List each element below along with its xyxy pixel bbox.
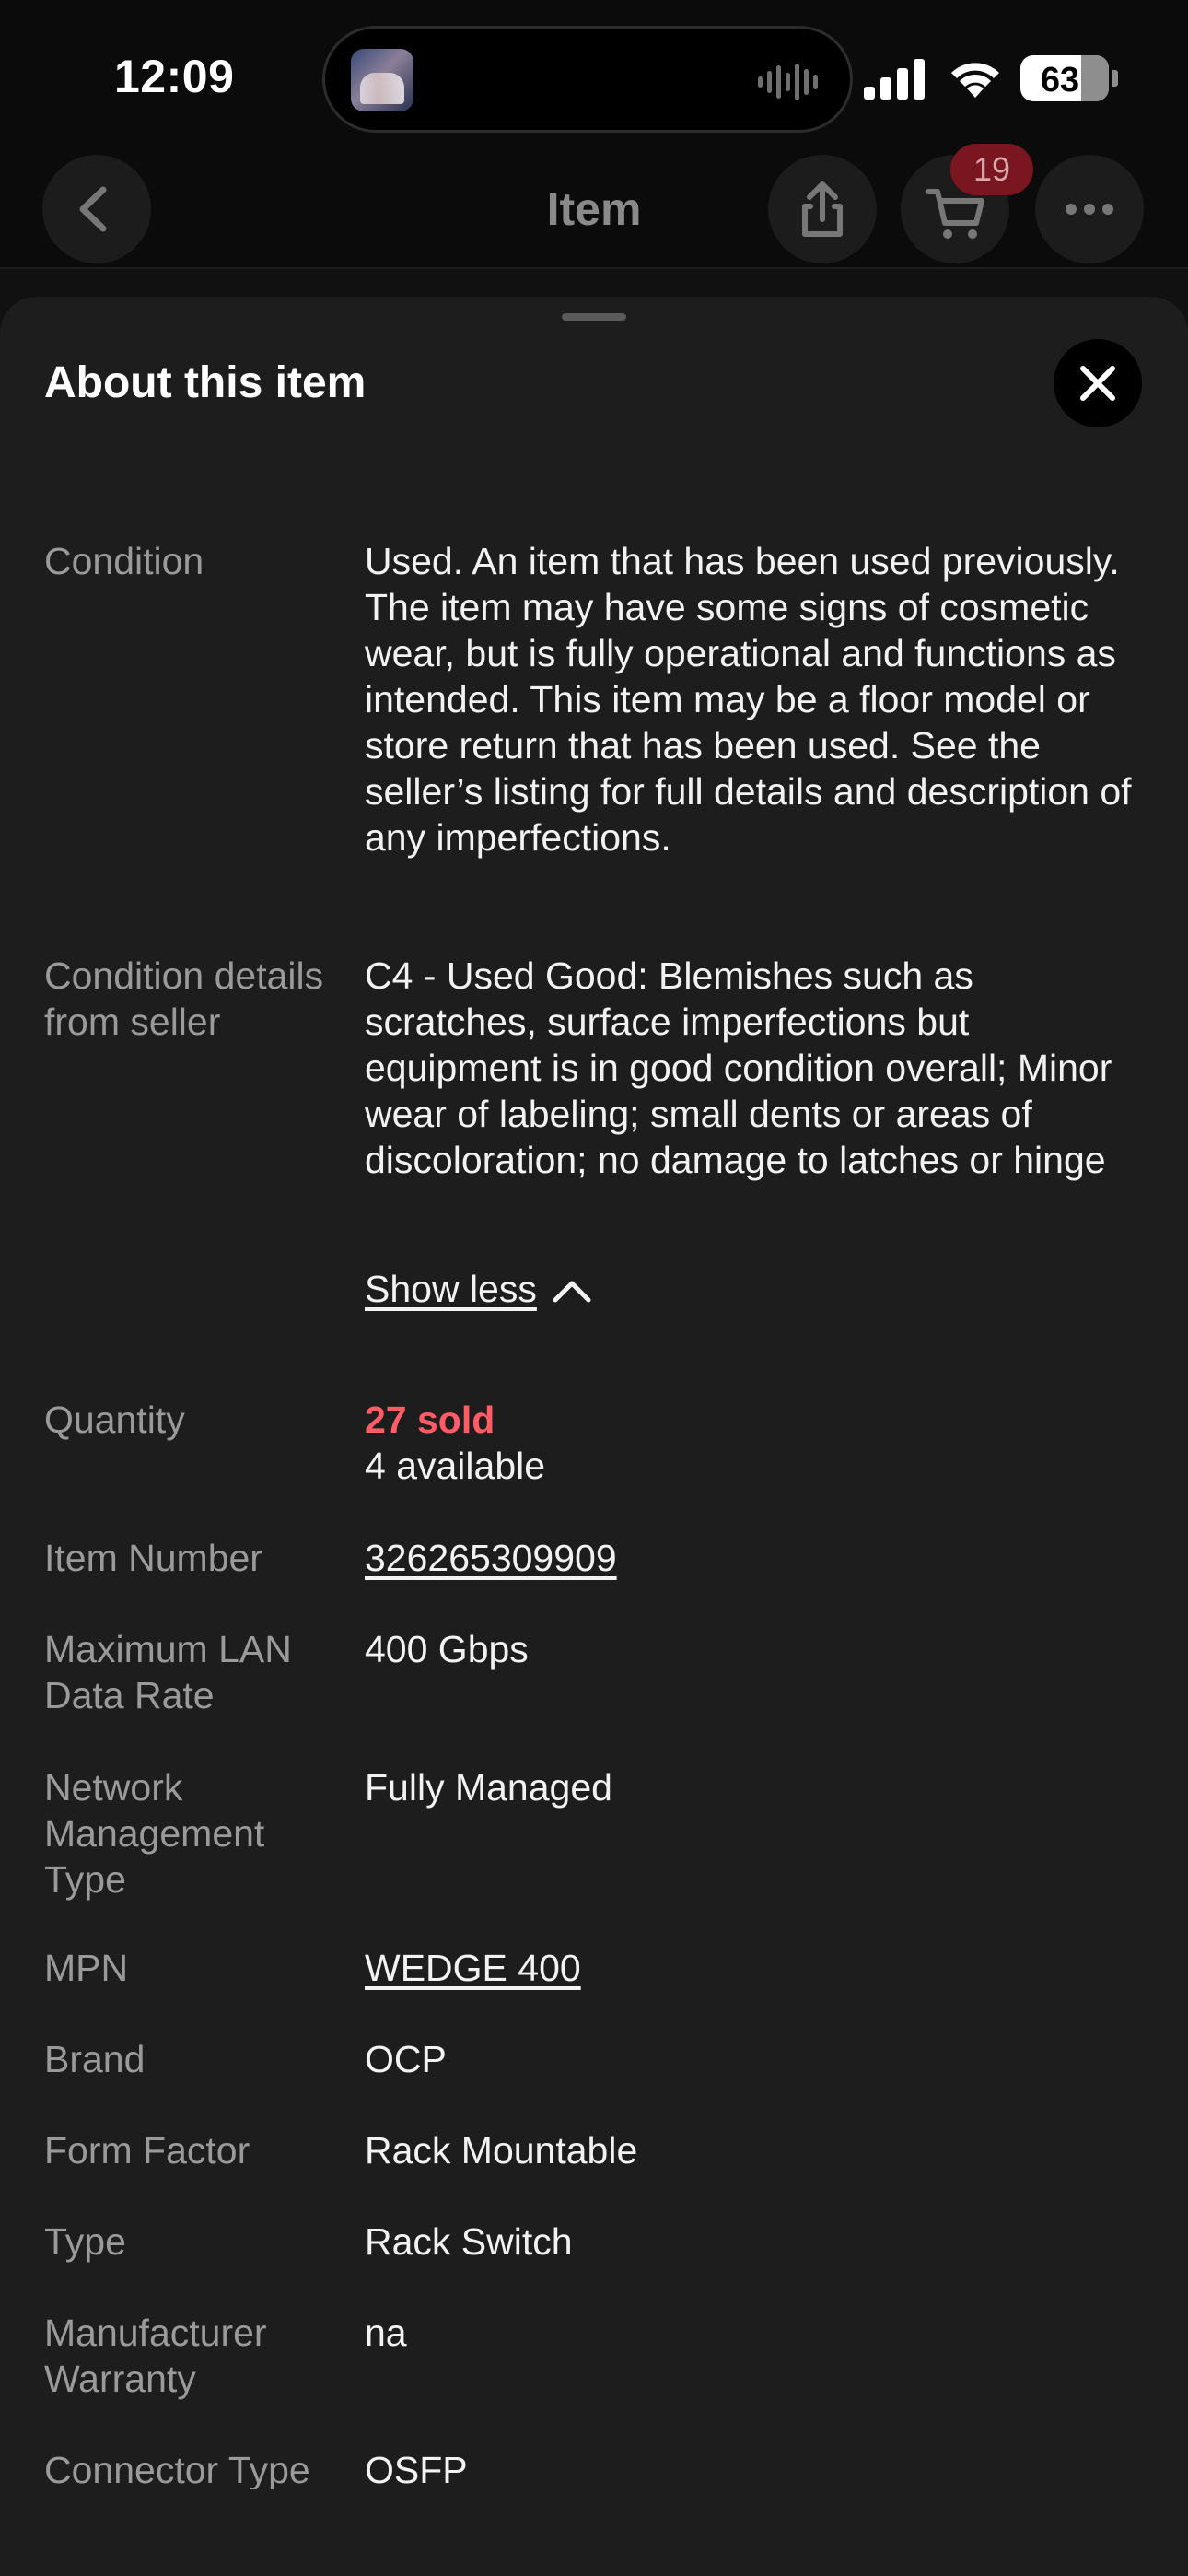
share-button[interactable] xyxy=(768,155,877,263)
status-icons: 63 xyxy=(864,53,1131,105)
about-item-sheet: About this item Condition Used. An item … xyxy=(0,297,1188,2576)
audio-waveform-icon xyxy=(758,64,818,100)
top-navigation: Item 19 xyxy=(0,144,1188,269)
spec-value: OCP xyxy=(365,2038,447,2080)
spec-value: na xyxy=(365,2312,407,2354)
spec-label: Network Management Type xyxy=(44,1766,265,1901)
battery-level: 63 xyxy=(1040,61,1080,100)
spec-label: Brand xyxy=(44,2038,146,2080)
spec-value: Rack Switch xyxy=(365,2220,573,2263)
spec-label: Manufacturer Warranty xyxy=(44,2312,267,2400)
more-options-button[interactable] xyxy=(1035,155,1144,263)
sheet-title: About this item xyxy=(44,358,367,407)
sheet-grabber[interactable] xyxy=(562,313,626,321)
sold-count: 27 sold xyxy=(365,1399,495,1441)
spec-value: 27 sold 4 available xyxy=(365,1397,1147,1489)
spec-value: C4 - Used Good: Blemishes such as scratc… xyxy=(365,954,1112,1181)
spec-label: Maximum LAN Data Rate xyxy=(44,1628,292,1716)
spec-value: Fully Managed xyxy=(365,1766,612,1809)
battery-cap xyxy=(1112,70,1118,87)
chevron-up-icon xyxy=(553,1281,591,1303)
spec-label: Connector Type xyxy=(44,2449,310,2491)
more-horizontal-icon xyxy=(1066,204,1113,215)
cellular-signal-icon xyxy=(864,59,925,100)
spec-value: 400 Gbps xyxy=(365,1628,529,1670)
status-time: 12:09 xyxy=(114,51,235,102)
spec-label: Condition details from seller xyxy=(44,954,324,1043)
spec-label: Type xyxy=(44,2220,126,2263)
spec-value: OSFP xyxy=(365,2449,468,2491)
spec-label: Condition xyxy=(44,540,204,582)
spec-label: MPN xyxy=(44,1947,129,1989)
spec-label: Item Number xyxy=(44,1537,262,1579)
status-bar: 12:09 63 xyxy=(0,0,1188,147)
spec-value: Rack Mountable xyxy=(365,2129,638,2172)
share-icon xyxy=(802,181,843,237)
nav-divider xyxy=(0,267,1188,269)
spec-value: Used. An item that has been used previou… xyxy=(365,540,1132,859)
show-less-label: Show less xyxy=(365,1268,537,1310)
spec-label: Form Factor xyxy=(44,2129,250,2172)
cart-count-badge: 19 xyxy=(950,144,1033,195)
battery-indicator: 63 xyxy=(1020,55,1109,101)
close-button[interactable] xyxy=(1054,339,1142,427)
dynamic-island[interactable] xyxy=(322,26,853,133)
available-count: 4 available xyxy=(365,1445,546,1487)
screen: 12:09 63 Item 19 About this item Conditi… xyxy=(0,0,1188,2576)
spec-label: Quantity xyxy=(44,1399,185,1441)
item-number-link[interactable]: 326265309909 xyxy=(365,1535,1147,1581)
close-icon xyxy=(1080,366,1115,401)
show-less-button[interactable]: Show less xyxy=(365,1266,592,1312)
now-playing-artwork xyxy=(351,49,413,111)
mpn-link[interactable]: WEDGE 400 xyxy=(365,1945,1147,1991)
sheet-bottom-mask xyxy=(0,2489,1188,2576)
wifi-icon xyxy=(951,63,999,98)
